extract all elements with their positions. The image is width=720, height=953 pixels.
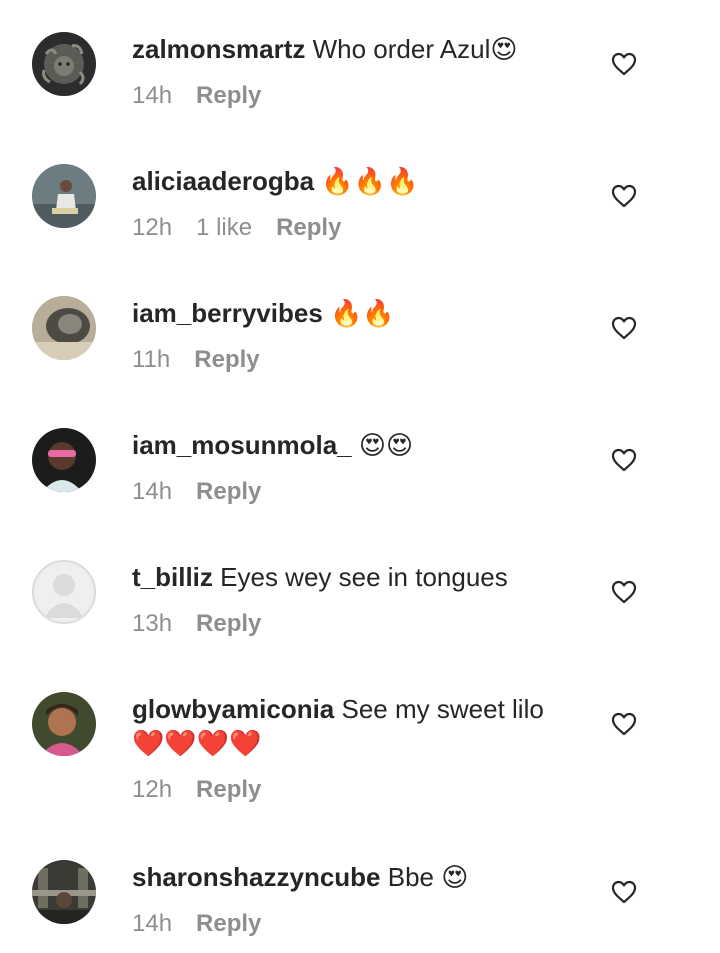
reply-button[interactable]: Reply xyxy=(196,776,261,803)
comment-username[interactable]: sharonshazzyncube xyxy=(132,862,381,892)
comment-username[interactable]: iam_berryvibes xyxy=(132,298,323,328)
like-heart-icon[interactable] xyxy=(611,184,637,208)
comment-text: glowbyamiconia See my sweet lilo ❤️❤️❤️❤️ xyxy=(132,692,582,761)
comment-emoji: 😍 xyxy=(490,35,518,65)
like-heart-icon[interactable] xyxy=(611,52,637,76)
comment-message: Who order Azul xyxy=(312,34,491,64)
person-selfie-avatar-icon xyxy=(32,692,96,756)
comment-meta: 14h Reply xyxy=(132,81,582,111)
car-photo-avatar-icon xyxy=(32,296,96,360)
comment-username[interactable]: iam_mosunmola_ xyxy=(132,430,352,460)
like-heart-icon[interactable] xyxy=(611,712,637,736)
comment-message: Eyes wey see in tongues xyxy=(220,562,508,592)
comment-username[interactable]: aliciaaderogba xyxy=(132,166,314,196)
reply-button[interactable]: Reply xyxy=(196,610,261,637)
comment-emoji: ❤️❤️❤️❤️ xyxy=(132,729,262,759)
comment-text: zalmonsmartz Who order Azul😍 xyxy=(132,32,582,67)
comment-likes-count[interactable]: 1 like xyxy=(196,214,252,241)
comment-timestamp: 11h xyxy=(132,346,171,373)
comment-text: iam_berryvibes 🔥🔥 xyxy=(132,296,582,331)
comment-text: aliciaaderogba 🔥🔥🔥 xyxy=(132,164,582,199)
reply-button[interactable]: Reply xyxy=(196,82,261,109)
reply-button[interactable]: Reply xyxy=(196,478,261,505)
comment-timestamp: 14h xyxy=(132,478,173,505)
comment-timestamp: 14h xyxy=(132,910,173,937)
comment-timestamp: 12h xyxy=(132,214,173,241)
comment-meta: 13h Reply xyxy=(132,609,582,639)
comment-emoji: 🔥🔥🔥 xyxy=(321,167,419,197)
comment-timestamp: 13h xyxy=(132,610,173,637)
comment-message: See my sweet lilo xyxy=(341,694,544,724)
avatar[interactable] xyxy=(32,560,96,624)
comment-text: sharonshazzyncube Bbe 😍 xyxy=(132,860,582,895)
like-heart-icon[interactable] xyxy=(611,880,637,904)
comment-meta: 12h 1 like Reply xyxy=(132,213,582,243)
comment-emoji: 😍😍 xyxy=(358,431,414,461)
comment-text: t_billiz Eyes wey see in tongues xyxy=(132,560,582,595)
medusa-avatar-icon xyxy=(32,32,96,96)
person-sunglasses-avatar-icon xyxy=(32,428,96,492)
comment-meta: 14h Reply xyxy=(132,477,582,507)
reply-button[interactable]: Reply xyxy=(276,214,341,241)
avatar[interactable] xyxy=(32,692,96,756)
avatar[interactable] xyxy=(32,32,96,96)
gym-photo-avatar-icon xyxy=(32,860,96,924)
avatar[interactable] xyxy=(32,428,96,492)
comment-meta: 11h Reply xyxy=(132,345,582,375)
like-heart-icon[interactable] xyxy=(611,580,637,604)
comment-username[interactable]: t_billiz xyxy=(132,562,213,592)
reply-button[interactable]: Reply xyxy=(196,910,261,937)
comment-username[interactable]: glowbyamiconia xyxy=(132,694,334,724)
comment-timestamp: 14h xyxy=(132,82,173,109)
default-avatar-icon xyxy=(32,560,96,624)
avatar[interactable] xyxy=(32,296,96,360)
comment-meta: 14h Reply xyxy=(132,909,582,939)
comment-emoji: 😍 xyxy=(441,863,469,893)
person-photo-avatar-icon xyxy=(32,164,96,228)
avatar[interactable] xyxy=(32,860,96,924)
like-heart-icon[interactable] xyxy=(611,448,637,472)
comment-text: iam_mosunmola_ 😍😍 xyxy=(132,428,582,463)
comment-emoji: 🔥🔥 xyxy=(330,299,395,329)
avatar[interactable] xyxy=(32,164,96,228)
comment-username[interactable]: zalmonsmartz xyxy=(132,34,305,64)
reply-button[interactable]: Reply xyxy=(194,346,259,373)
comment-timestamp: 12h xyxy=(132,776,173,803)
comment-message: Bbe xyxy=(387,862,435,892)
comment-meta: 12h Reply xyxy=(132,775,582,805)
like-heart-icon[interactable] xyxy=(611,316,637,340)
